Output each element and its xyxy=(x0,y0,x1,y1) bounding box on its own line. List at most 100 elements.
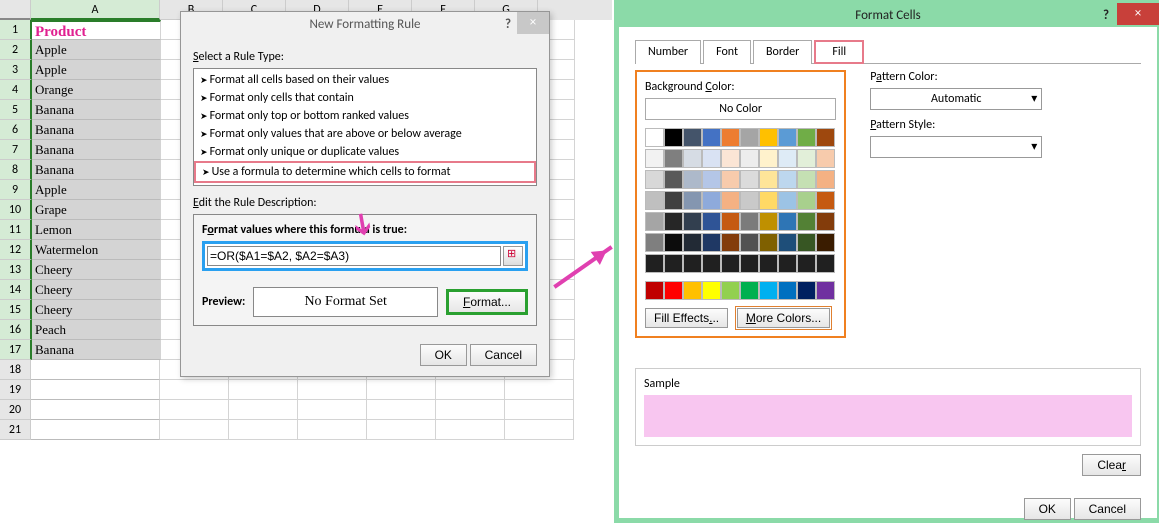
row-header[interactable]: 4 xyxy=(0,80,32,100)
color-swatch[interactable] xyxy=(702,212,721,231)
cell[interactable] xyxy=(31,420,160,440)
cancel-button[interactable]: Cancel xyxy=(470,344,537,366)
formula-input[interactable] xyxy=(207,246,501,266)
color-swatch[interactable] xyxy=(778,128,797,147)
color-swatch[interactable] xyxy=(683,233,702,252)
rule-type-item[interactable]: Format only values that are above or bel… xyxy=(194,125,536,143)
row-header[interactable]: 15 xyxy=(0,300,32,320)
cell[interactable]: Apple xyxy=(32,180,161,200)
color-swatch[interactable] xyxy=(664,170,683,189)
color-swatch[interactable] xyxy=(816,170,835,189)
cell[interactable] xyxy=(436,400,505,420)
row-header[interactable]: 9 xyxy=(0,180,32,200)
col-header-a[interactable]: A xyxy=(31,0,160,20)
color-swatch[interactable] xyxy=(645,212,664,231)
cell[interactable] xyxy=(298,400,367,420)
color-swatch[interactable] xyxy=(816,233,835,252)
cell[interactable]: Banana xyxy=(32,120,161,140)
clear-button[interactable]: Clear xyxy=(1082,454,1141,476)
color-swatch[interactable] xyxy=(797,281,816,300)
color-swatch[interactable] xyxy=(721,254,740,273)
ok-button[interactable]: OK xyxy=(420,344,467,366)
cell[interactable]: Product xyxy=(32,20,161,40)
color-swatch[interactable] xyxy=(721,149,740,168)
close-button[interactable]: × xyxy=(1117,3,1159,25)
row-header[interactable]: 12 xyxy=(0,240,32,260)
more-colors-button[interactable]: More Colors... xyxy=(737,308,830,328)
row-header[interactable]: 13 xyxy=(0,260,32,280)
color-swatch[interactable] xyxy=(759,233,778,252)
row-header[interactable]: 8 xyxy=(0,160,32,180)
rule-type-item[interactable]: Format only unique or duplicate values xyxy=(194,143,536,161)
color-swatch[interactable] xyxy=(797,212,816,231)
tab-font[interactable]: Font xyxy=(703,40,751,64)
color-swatch[interactable] xyxy=(683,212,702,231)
row-header[interactable]: 11 xyxy=(0,220,32,240)
cell[interactable]: Cheery xyxy=(32,280,161,300)
cell[interactable] xyxy=(160,400,229,420)
cell[interactable]: Orange xyxy=(32,80,161,100)
cell[interactable] xyxy=(229,420,298,440)
color-swatch[interactable] xyxy=(816,191,835,210)
ok-button[interactable]: OK xyxy=(1024,498,1071,520)
color-swatch[interactable] xyxy=(797,128,816,147)
cell[interactable] xyxy=(367,400,436,420)
color-swatch[interactable] xyxy=(683,128,702,147)
color-swatch[interactable] xyxy=(721,212,740,231)
tab-border[interactable]: Border xyxy=(753,40,812,64)
cell[interactable] xyxy=(505,380,574,400)
tab-fill[interactable]: Fill xyxy=(814,40,864,64)
color-swatch[interactable] xyxy=(759,170,778,189)
color-swatch[interactable] xyxy=(797,254,816,273)
cell[interactable] xyxy=(505,400,574,420)
cell[interactable]: Lemon xyxy=(32,220,161,240)
color-swatch[interactable] xyxy=(816,212,835,231)
color-swatch[interactable] xyxy=(778,281,797,300)
color-swatch[interactable] xyxy=(702,254,721,273)
cancel-button[interactable]: Cancel xyxy=(1074,498,1141,520)
color-swatch[interactable] xyxy=(740,281,759,300)
color-swatch[interactable] xyxy=(759,191,778,210)
help-button[interactable]: ? xyxy=(505,12,511,38)
color-swatch[interactable] xyxy=(778,254,797,273)
color-swatch[interactable] xyxy=(645,191,664,210)
cell[interactable] xyxy=(367,380,436,400)
color-swatch[interactable] xyxy=(645,233,664,252)
color-swatch[interactable] xyxy=(683,191,702,210)
cell[interactable] xyxy=(160,420,229,440)
row-header[interactable]: 21 xyxy=(0,420,31,440)
color-swatch[interactable] xyxy=(664,128,683,147)
color-swatch[interactable] xyxy=(721,281,740,300)
color-swatch[interactable] xyxy=(816,128,835,147)
row-header[interactable]: 3 xyxy=(0,60,32,80)
cell[interactable]: Watermelon xyxy=(32,240,161,260)
color-swatch[interactable] xyxy=(778,212,797,231)
cell[interactable]: Apple xyxy=(32,40,161,60)
pattern-style-select[interactable] xyxy=(870,136,1042,158)
color-swatch[interactable] xyxy=(683,254,702,273)
color-swatch[interactable] xyxy=(740,233,759,252)
color-swatch[interactable] xyxy=(645,170,664,189)
color-swatch[interactable] xyxy=(683,170,702,189)
row-header[interactable]: 14 xyxy=(0,280,32,300)
cell[interactable]: Peach xyxy=(32,320,161,340)
color-swatch[interactable] xyxy=(797,149,816,168)
color-swatch[interactable] xyxy=(740,170,759,189)
rule-type-item[interactable]: Format only cells that contain xyxy=(194,89,536,107)
color-swatch[interactable] xyxy=(740,149,759,168)
row-header[interactable]: 5 xyxy=(0,100,32,120)
color-swatch[interactable] xyxy=(664,233,683,252)
color-swatch[interactable] xyxy=(721,233,740,252)
color-swatch[interactable] xyxy=(797,191,816,210)
color-swatch[interactable] xyxy=(759,254,778,273)
row-header[interactable]: 20 xyxy=(0,400,31,420)
pattern-color-select[interactable]: Automatic xyxy=(870,88,1042,110)
format-button[interactable]: Format... xyxy=(446,289,528,315)
cell[interactable]: Apple xyxy=(32,60,161,80)
color-swatch[interactable] xyxy=(664,191,683,210)
color-swatch[interactable] xyxy=(702,170,721,189)
color-swatch[interactable] xyxy=(664,281,683,300)
color-swatch[interactable] xyxy=(645,254,664,273)
cell[interactable]: Banana xyxy=(32,160,161,180)
color-swatch[interactable] xyxy=(759,212,778,231)
